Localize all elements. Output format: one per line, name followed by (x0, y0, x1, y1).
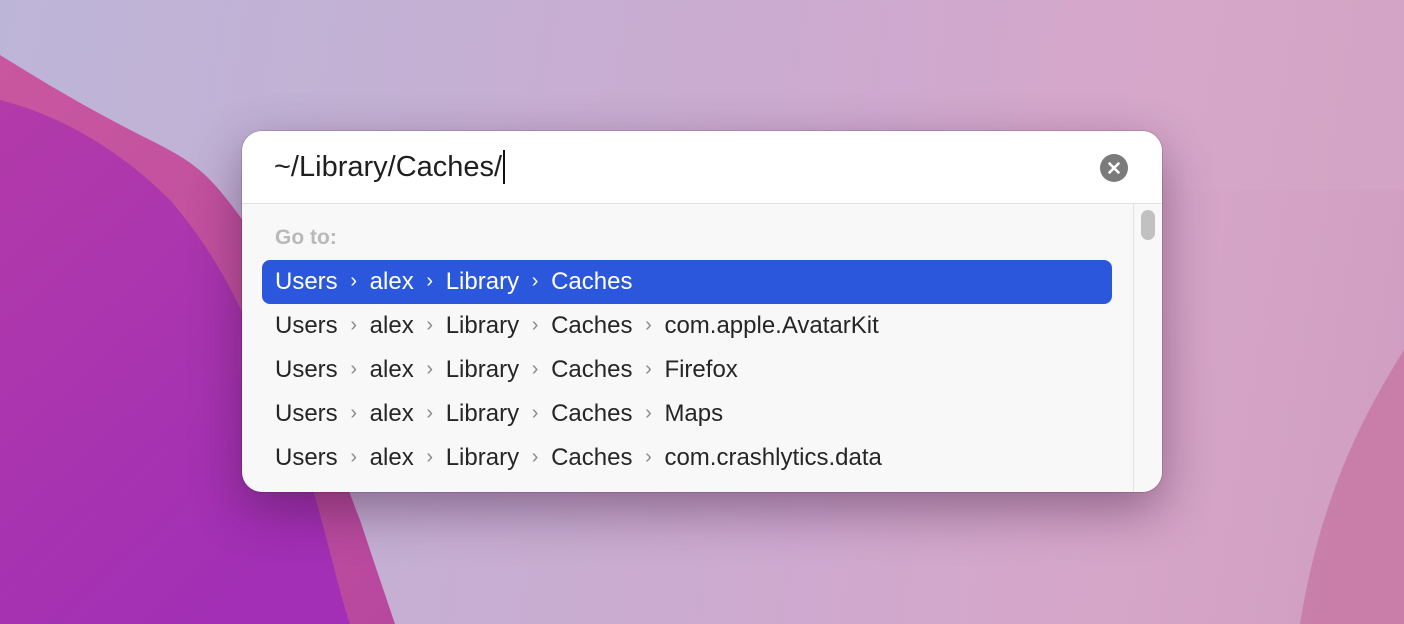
path-segment: Caches (551, 268, 633, 295)
chevron-right-icon: › (426, 445, 434, 468)
chevron-right-icon: › (426, 269, 434, 292)
path-segment: Users (275, 268, 338, 295)
chevron-right-icon: › (350, 445, 357, 468)
chevron-right-icon: › (426, 401, 434, 424)
path-segment: alex (369, 400, 414, 427)
chevron-right-icon: › (350, 269, 357, 292)
path-segment: alex (369, 312, 414, 339)
path-segment: alex (369, 268, 414, 295)
path-input-value: ~/Library/Caches/ (274, 151, 503, 183)
chevron-right-icon: › (350, 313, 357, 336)
path-segment: Library (445, 400, 520, 427)
chevron-right-icon: › (350, 357, 357, 380)
scrollbar-thumb[interactable] (1141, 210, 1155, 240)
go-to-folder-dialog: ~/Library/Caches/ Go to: Users › alex › Libr… (242, 131, 1162, 492)
chevron-right-icon: › (350, 401, 357, 424)
chevron-right-icon: › (531, 445, 539, 468)
result-row[interactable]: Users › alex › Library › Caches (262, 260, 1112, 304)
result-row[interactable]: Users › alex › Library › Caches › com.apple.Avat… (262, 304, 1112, 348)
chevron-right-icon: › (645, 445, 652, 468)
chevron-right-icon: › (426, 313, 434, 336)
close-icon (1108, 162, 1120, 174)
path-segment: Caches (551, 356, 633, 383)
path-segment: Library (445, 444, 520, 471)
chevron-right-icon: › (531, 313, 539, 336)
chevron-right-icon: › (426, 357, 434, 380)
path-segment: Users (275, 444, 338, 471)
path-input-bar: ~/Library/Caches/ (242, 131, 1162, 204)
path-segment: Library (445, 356, 520, 383)
chevron-right-icon: › (531, 401, 539, 424)
path-segment: Maps (664, 400, 724, 427)
result-row[interactable]: Users › alex › Library › Caches › Firefox (262, 348, 1112, 392)
result-row[interactable]: Users › alex › Library › Caches › com.crashlytic… (262, 436, 1112, 480)
path-segment: alex (369, 356, 414, 383)
clear-button[interactable] (1100, 154, 1128, 182)
section-label-go-to: Go to: (275, 226, 337, 249)
chevron-right-icon: › (531, 357, 539, 380)
chevron-right-icon: › (531, 269, 539, 292)
text-caret (503, 150, 506, 184)
results-list: Go to: Users › alex › Library › Caches Users › al… (242, 204, 1133, 492)
wallpaper-wave-right (1300, 350, 1404, 624)
path-segment: Library (445, 268, 520, 295)
path-segment: com.apple.AvatarKit (664, 312, 879, 339)
path-segment: alex (369, 444, 414, 471)
path-segment: Library (445, 312, 520, 339)
scrollbar[interactable] (1133, 204, 1162, 492)
path-segment: Caches (551, 400, 633, 427)
chevron-right-icon: › (645, 313, 652, 336)
path-segment: Firefox (664, 356, 738, 383)
path-segment: com.crashlytics.data (664, 444, 882, 471)
path-segment: Users (275, 312, 338, 339)
chevron-right-icon: › (645, 357, 652, 380)
path-segment: Caches (551, 312, 633, 339)
path-segment: Users (275, 356, 338, 383)
path-segment: Caches (551, 444, 633, 471)
path-input[interactable]: ~/Library/Caches/ (274, 147, 1094, 187)
path-segment: Users (275, 400, 338, 427)
chevron-right-icon: › (645, 401, 652, 424)
result-row[interactable]: Users › alex › Library › Caches › Maps (262, 392, 1112, 436)
